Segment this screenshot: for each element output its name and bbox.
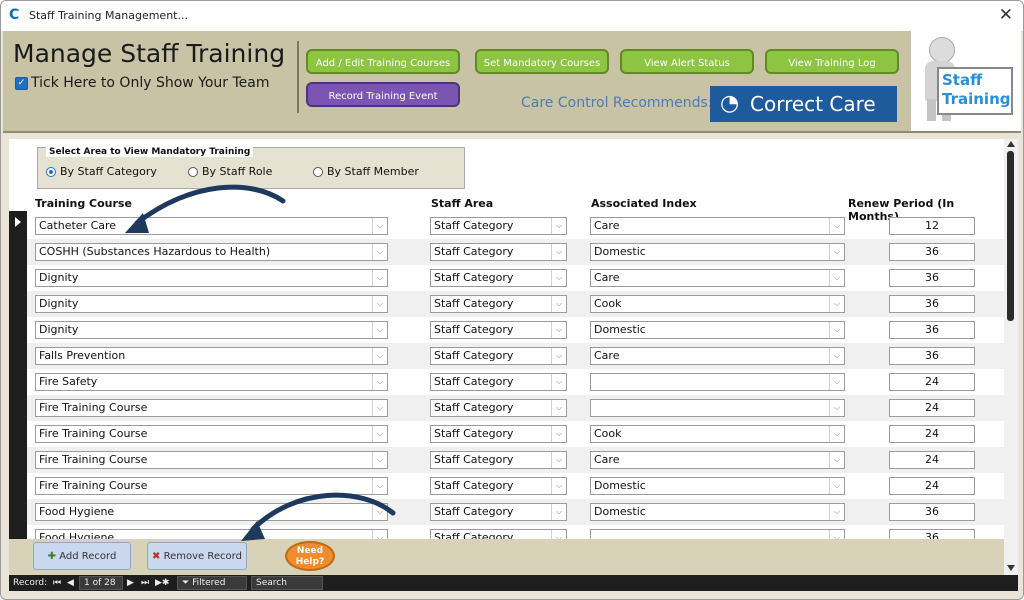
annotation-overlay <box>125 184 396 541</box>
annotation-arrow-course <box>134 184 286 226</box>
annotation-arrow-remove <box>250 492 396 532</box>
app-window: C Staff Training Management... ✕ Manage … <box>0 0 1024 600</box>
